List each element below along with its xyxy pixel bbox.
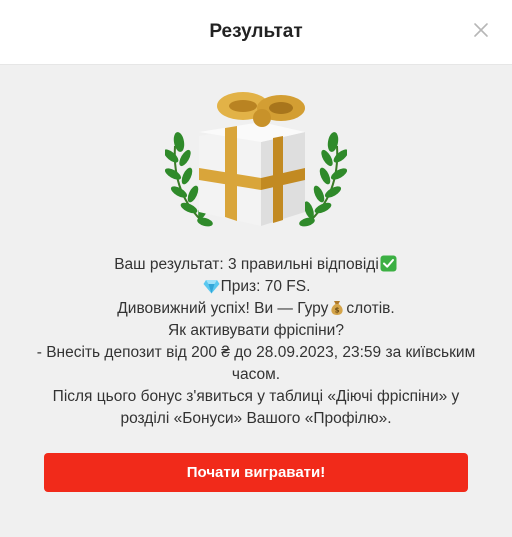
result-modal: Результат Ваш результат: 3 правильні від… [0, 0, 512, 537]
result-score: Ваш результат: 3 правильні відповіді [114, 256, 379, 273]
deposit-instruction: - Внесіть депозит від 200 ₴ до 28.09.202… [36, 344, 476, 383]
check-mark-icon [380, 255, 397, 272]
svg-text:$: $ [335, 307, 340, 315]
prize-line: Приз: 70 FS. [30, 276, 482, 298]
start-winning-button[interactable]: Почати вигравати! [44, 453, 468, 492]
modal-header: Результат [0, 0, 512, 65]
result-line: Ваш результат: 3 правильні відповіді [30, 254, 482, 276]
result-message: Ваш результат: 3 правильні відповіді При… [30, 254, 482, 430]
close-icon[interactable] [472, 21, 490, 39]
bonus-location-note: Після цього бонус з'явиться у таблиці «Д… [52, 388, 460, 427]
success-line: Дивовижний успіх! Ви — Гуру $ слотів. [30, 298, 482, 320]
how-to-activate: Як активувати фріспіни? [168, 322, 344, 339]
gift-with-laurel-icon [165, 92, 347, 227]
modal-title: Результат [209, 21, 303, 42]
diamond-icon [203, 280, 220, 294]
money-bag-icon: $ [331, 301, 343, 315]
success-text-end: слотів. [346, 300, 395, 317]
prize-text: Приз: 70 FS. [220, 278, 311, 295]
success-text-start: Дивовижний успіх! Ви — Гуру [117, 300, 329, 317]
